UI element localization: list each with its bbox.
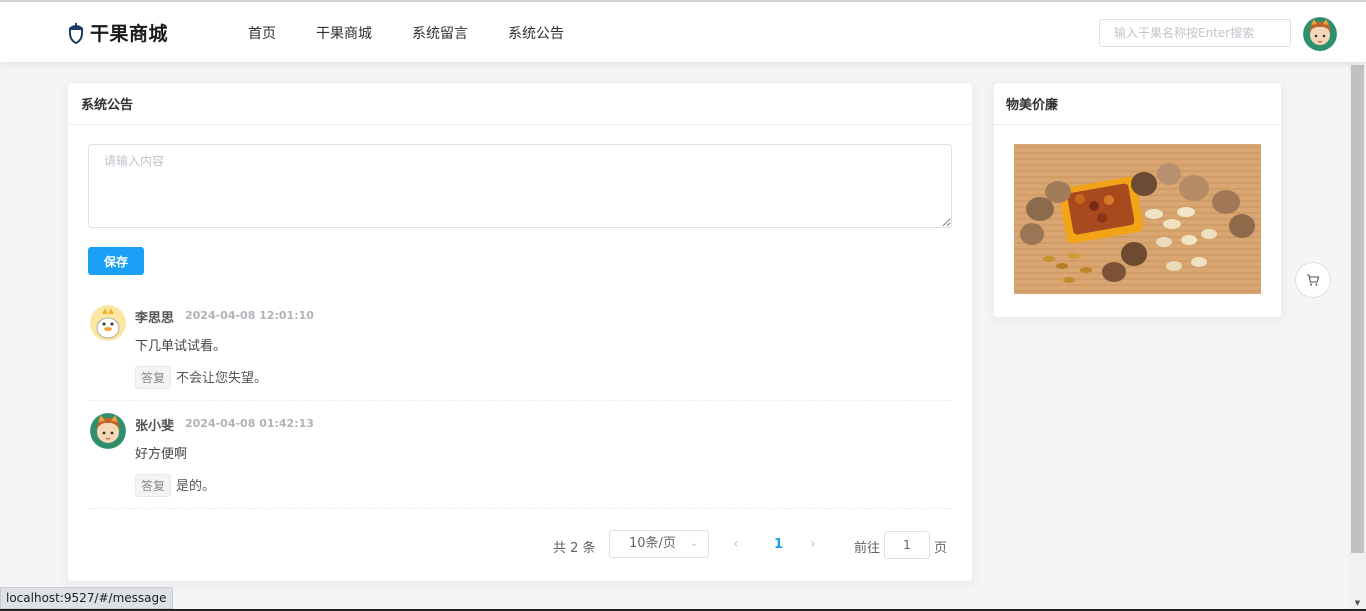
page-size-select[interactable]: 10条/页 ⌄ xyxy=(609,530,709,558)
prev-page-button[interactable]: ‹ xyxy=(733,536,739,552)
comment-text: 好方便啊 xyxy=(135,447,188,462)
promo-card: 物美价廉 xyxy=(993,82,1282,318)
save-button[interactable]: 保存 xyxy=(88,247,144,275)
avatar xyxy=(90,305,126,341)
girl-avatar-icon xyxy=(1303,17,1337,51)
nav-messages[interactable]: 系统留言 xyxy=(412,23,468,43)
reply-text: 是的。 xyxy=(176,479,216,494)
nav-shop[interactable]: 干果商城 xyxy=(316,23,372,43)
pagination-total: 共 2 条 xyxy=(553,541,596,556)
comment-time: 2024-04-08 01:42:13 xyxy=(185,417,314,430)
comment-text: 下几单试试看。 xyxy=(135,339,227,354)
girl-avatar-icon xyxy=(90,413,126,449)
reply-tag: 答复 xyxy=(135,474,172,497)
goto-label: 前往 xyxy=(854,541,881,556)
announcement-card: 系统公告 保存 李思思 2024-04-08 12:01:10 下几单试试看。 … xyxy=(67,82,973,582)
nuts-photo xyxy=(1014,144,1261,294)
content-textarea[interactable] xyxy=(88,144,952,228)
search-input[interactable] xyxy=(1099,19,1291,47)
user-avatar[interactable] xyxy=(1303,17,1337,51)
reply-text: 不会让您失望。 xyxy=(176,371,268,386)
chevron-down-icon: ⌄ xyxy=(689,538,698,549)
duck-avatar-icon xyxy=(90,305,126,341)
comment-item: 李思思 2024-04-08 12:01:10 下几单试试看。 答复 不会让您失… xyxy=(88,293,952,401)
comment-author: 李思思 xyxy=(135,311,175,326)
nav-home[interactable]: 首页 xyxy=(248,23,276,43)
acorn-icon xyxy=(68,23,84,44)
floating-cart-button[interactable] xyxy=(1295,262,1331,298)
nav-announcements[interactable]: 系统公告 xyxy=(508,23,564,43)
reply-tag: 答复 xyxy=(135,366,172,389)
goto-page-input[interactable] xyxy=(884,531,930,559)
status-bar-url: localhost:9527/#/message xyxy=(0,587,173,609)
promo-title: 物美价廉 xyxy=(994,83,1281,125)
vertical-scrollbar[interactable]: ▲ ▼ xyxy=(1349,62,1366,611)
card-title: 系统公告 xyxy=(68,83,972,125)
brand-name: 干果商城 xyxy=(90,22,169,45)
scrollbar-thumb[interactable] xyxy=(1351,65,1364,553)
next-page-button[interactable]: › xyxy=(810,536,816,552)
page-size-value: 10条/页 xyxy=(629,536,676,551)
top-navbar: 干果商城 首页 干果商城 系统留言 系统公告 xyxy=(0,2,1366,62)
pagination: 共 2 条 10条/页 ⌄ ‹ 1 › 前往 页 xyxy=(68,530,974,560)
comment-item: 张小斐 2024-04-08 01:42:13 好方便啊 答复 是的。 xyxy=(88,401,952,509)
dried-fruit-image xyxy=(1014,144,1261,294)
comment-time: 2024-04-08 12:01:10 xyxy=(185,309,314,322)
avatar xyxy=(90,413,126,449)
cart-icon xyxy=(1307,274,1320,286)
page-suffix: 页 xyxy=(934,541,948,556)
page-number-current[interactable]: 1 xyxy=(774,537,783,552)
brand-logo[interactable]: 干果商城 xyxy=(66,18,168,46)
comment-author: 张小斐 xyxy=(135,419,175,434)
